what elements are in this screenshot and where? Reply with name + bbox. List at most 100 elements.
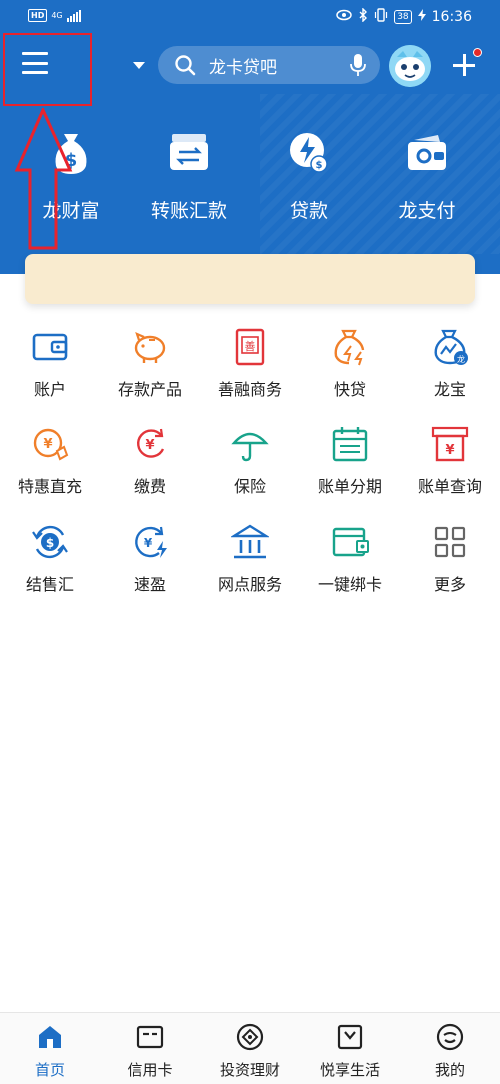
svg-text:$: $ (46, 536, 54, 550)
tab-label: 我的 (434, 1061, 465, 1079)
notification-dot (473, 48, 482, 57)
search-input[interactable]: 龙卡贷吧 (209, 53, 348, 78)
header: 龙卡贷吧 $ 龙财富 转账汇款 $ 贷款 龙支付 (0, 34, 500, 274)
quick-action-longcaifu[interactable]: $ 龙财富 (16, 130, 126, 223)
profile-icon (436, 1023, 464, 1051)
invest-icon (236, 1023, 264, 1051)
svg-text:$: $ (65, 150, 78, 171)
money-bag-icon: $ (55, 134, 87, 174)
service-label: 网点服务 (217, 575, 282, 594)
quick-loan-icon (334, 329, 365, 366)
exchange-icon: $ (32, 525, 68, 559)
microphone-icon[interactable] (348, 53, 368, 77)
wallet-icon (32, 333, 68, 361)
vibrate-icon (374, 8, 388, 26)
shanrong-icon: 善 (235, 328, 265, 366)
more-grid-icon (434, 526, 466, 558)
service-quick-loan[interactable]: 快贷 (300, 328, 400, 400)
hamburger-menu-icon[interactable] (22, 52, 48, 74)
service-label: 存款产品 (117, 380, 182, 399)
tab-profile[interactable]: 我的 (400, 1023, 500, 1080)
longbao-icon: 龙 (434, 329, 468, 365)
service-shanrong[interactable]: 善 善融商务 (200, 328, 300, 400)
bank-branch-icon (231, 524, 269, 559)
battery-level: 38 (394, 10, 412, 24)
mascot-icon (389, 45, 431, 87)
life-bag-icon (337, 1024, 363, 1050)
bottom-nav: 首页 信用卡 投资理财 悦享生活 我的 (0, 1012, 500, 1084)
svg-text:¥: ¥ (43, 437, 52, 452)
service-label: 结售汇 (25, 575, 74, 594)
tab-invest[interactable]: 投资理财 (200, 1023, 300, 1080)
search-bar[interactable]: 龙卡贷吧 (158, 46, 380, 84)
quick-action-longpay[interactable]: 龙支付 (372, 130, 482, 223)
svg-text:善: 善 (245, 339, 256, 353)
status-bar: HD 4G 38 16:36 (0, 0, 500, 34)
service-label: 特惠直充 (17, 477, 82, 496)
credit-card-icon (136, 1025, 164, 1049)
svg-text:¥: ¥ (145, 438, 154, 453)
service-label: 保险 (233, 477, 266, 496)
service-label: 账单查询 (417, 477, 482, 496)
bluetooth-icon (358, 7, 368, 26)
search-icon (175, 55, 196, 76)
tab-label: 信用卡 (127, 1061, 173, 1079)
bind-card-icon (332, 527, 369, 557)
service-account[interactable]: 账户 (0, 328, 100, 400)
payment-icon: ¥ (137, 428, 165, 458)
add-icon[interactable] (452, 53, 476, 77)
quick-action-label: 转账汇款 (150, 200, 227, 222)
charging-icon (417, 9, 426, 25)
service-label: 账户 (33, 380, 66, 399)
wallet-pay-icon (408, 135, 446, 170)
service-recharge[interactable]: ¥ 特惠直充 (0, 425, 100, 497)
service-label: 速盈 (133, 575, 166, 594)
svg-text:$: $ (316, 160, 323, 171)
tab-credit-card[interactable]: 信用卡 (100, 1023, 200, 1080)
service-branch[interactable]: 网点服务 (200, 523, 300, 595)
quick-action-label: 龙支付 (398, 200, 456, 222)
promo-banner[interactable] (25, 254, 475, 304)
service-payment[interactable]: ¥ 缴费 (100, 425, 200, 497)
home-icon (39, 1026, 61, 1048)
tab-label: 悦享生活 (319, 1061, 380, 1079)
calendar-icon (332, 427, 368, 462)
tab-label: 投资理财 (219, 1061, 280, 1079)
clock: 16:36 (431, 9, 472, 25)
suying-icon: ¥ (135, 526, 167, 558)
recharge-icon: ¥ (33, 428, 69, 461)
svg-text:¥: ¥ (144, 536, 153, 550)
service-deposit[interactable]: 存款产品 (100, 328, 200, 400)
city-dropdown-caret-icon[interactable] (133, 62, 145, 69)
service-label: 龙宝 (433, 380, 466, 399)
svg-text:龙: 龙 (457, 354, 465, 364)
service-label: 缴费 (133, 477, 166, 496)
service-label: 善融商务 (217, 380, 282, 399)
service-bill-query[interactable]: ¥ 账单查询 (400, 425, 500, 497)
signal-icon (66, 9, 81, 22)
quick-action-loan[interactable]: $ 贷款 (254, 130, 364, 223)
svg-text:¥: ¥ (445, 443, 454, 458)
service-bind-card[interactable]: 一键绑卡 (300, 523, 400, 595)
avatar[interactable] (389, 45, 431, 87)
hd-indicator: HD (28, 9, 48, 22)
service-label: 账单分期 (317, 477, 382, 496)
tab-label: 首页 (34, 1061, 65, 1079)
service-longbao[interactable]: 龙 龙宝 (400, 328, 500, 400)
umbrella-icon (231, 432, 269, 462)
eye-icon (336, 9, 352, 25)
service-suying[interactable]: ¥ 速盈 (100, 523, 200, 595)
tab-home[interactable]: 首页 (0, 1023, 100, 1080)
service-insurance[interactable]: 保险 (200, 425, 300, 497)
service-installment[interactable]: 账单分期 (300, 425, 400, 497)
bill-query-icon: ¥ (431, 426, 469, 462)
service-label: 一键绑卡 (317, 575, 382, 594)
piggy-bank-icon (134, 332, 166, 363)
tab-life[interactable]: 悦享生活 (300, 1023, 400, 1080)
service-label: 更多 (433, 575, 466, 594)
quick-action-label: 贷款 (289, 200, 328, 222)
transfer-icon (170, 134, 208, 170)
service-exchange[interactable]: $ 结售汇 (0, 523, 100, 595)
quick-action-transfer[interactable]: 转账汇款 (134, 130, 244, 223)
service-more[interactable]: 更多 (400, 523, 500, 595)
